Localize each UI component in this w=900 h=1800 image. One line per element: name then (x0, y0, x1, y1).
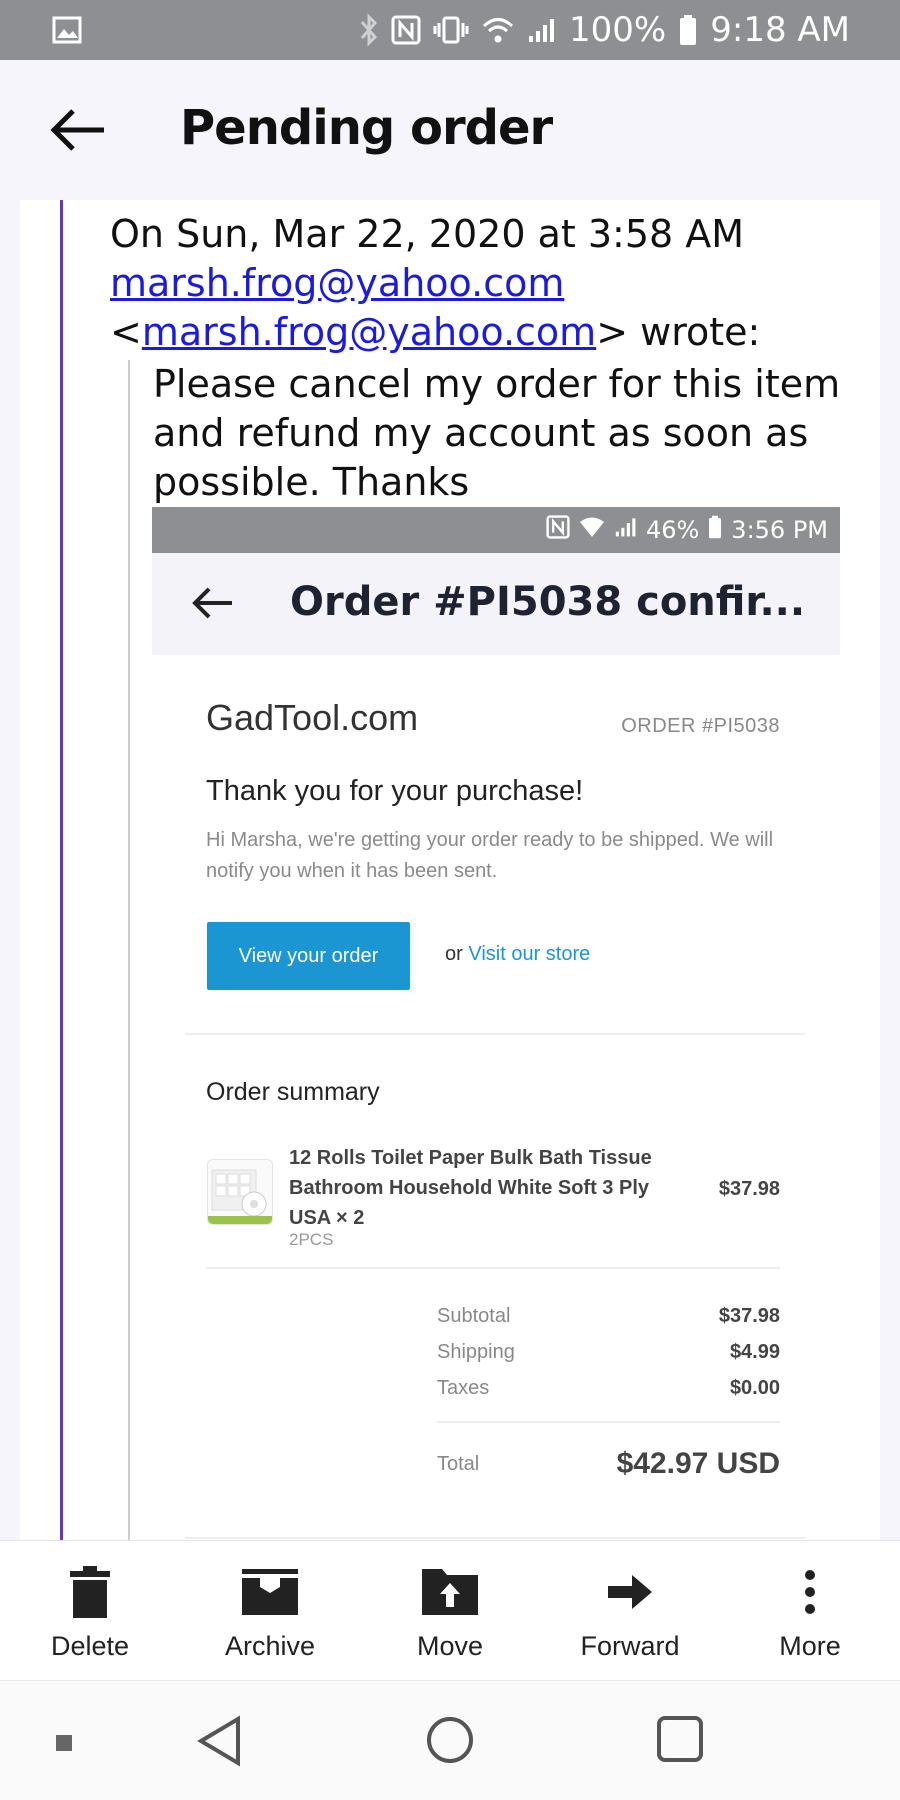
more-vertical-icon (804, 1565, 816, 1619)
store-name: GadTool.com (206, 697, 419, 738)
clock: 3:56 PM (731, 516, 828, 544)
vibrate-icon (433, 15, 469, 45)
forward-button[interactable]: Forward (540, 1541, 720, 1680)
quote-header: On Sun, Mar 22, 2020 at 3:58 AM marsh.fr… (110, 210, 850, 357)
total-label: Total (437, 1452, 480, 1475)
totals-row: Shipping $4.99 (437, 1340, 780, 1363)
embedded-title: Order #PI5038 confir... (290, 579, 806, 625)
product-variant: 2PCS (289, 1230, 334, 1249)
embedded-header: Order #PI5038 confir... (152, 553, 840, 655)
signal-icon (614, 516, 638, 544)
battery-percent: 46% (645, 516, 700, 544)
clock: 9:18 AM (710, 10, 850, 50)
gallery-notification-icon (50, 15, 84, 45)
forward-arrow-icon (608, 1565, 652, 1619)
visit-store-link: Visit our store (468, 943, 591, 965)
totals-row: Subtotal $37.98 (437, 1304, 780, 1327)
embedded-screenshot: 46% 3:56 PM Order #PI5038 confir... GadT… (152, 507, 840, 1540)
nav-back-button[interactable] (196, 1715, 242, 1767)
nav-back-icon (197, 1715, 240, 1767)
back-button[interactable] (46, 104, 110, 156)
quote-message: Please cancel my order for this item and… (153, 362, 841, 504)
status-bar: 100% 9:18 AM (0, 0, 900, 60)
embedded-status-bar: 46% 3:56 PM (152, 507, 840, 553)
wifi-icon (481, 15, 515, 45)
email-body[interactable]: On Sun, Mar 22, 2020 at 3:58 AM marsh.fr… (20, 200, 880, 1540)
embedded-back-icon (190, 583, 234, 623)
move-button[interactable]: Move (360, 1541, 540, 1680)
greeting-message: Hi Marsha, we're getting your order read… (206, 829, 774, 882)
battery-icon (678, 14, 698, 46)
nfc-icon (391, 15, 421, 45)
totals-list: Subtotal $37.98 Shipping $4.99 Taxes $0.00 (437, 1298, 780, 1406)
sender-email-link[interactable]: marsh.frog@yahoo.com (110, 261, 564, 305)
totals-row: Taxes $0.00 (437, 1376, 780, 1399)
delete-button[interactable]: Delete (0, 1541, 180, 1680)
nav-home-button[interactable] (425, 1715, 475, 1765)
nav-recents-icon (657, 1716, 703, 1762)
nav-home-icon (427, 1717, 473, 1763)
battery-percent: 100% (569, 10, 667, 50)
bluetooth-icon (359, 13, 379, 47)
wifi-icon (578, 516, 606, 544)
or-visit-text: or Visit our store (445, 943, 591, 965)
recent-dot-icon (56, 1735, 72, 1751)
archive-button[interactable]: Archive (180, 1541, 360, 1680)
nfc-icon (546, 515, 570, 545)
product-title: 12 Rolls Toilet Paper Bulk Bath Tissue B… (289, 1147, 652, 1229)
quote-bar (60, 200, 63, 1540)
sender-email-link-2[interactable]: marsh.frog@yahoo.com (142, 310, 596, 354)
product-thumbnail (207, 1159, 273, 1225)
thanks-heading: Thank you for your purchase! (206, 775, 584, 807)
system-nav-bar (0, 1680, 900, 1800)
more-button[interactable]: More (720, 1541, 900, 1680)
divider (437, 1421, 780, 1423)
order-number: ORDER #PI5038 (621, 715, 780, 737)
view-order-button: View your order (207, 922, 410, 990)
divider (185, 1537, 805, 1539)
divider (185, 1033, 805, 1035)
quote-date: On Sun, Mar 22, 2020 at 3:58 AM (110, 212, 745, 256)
signal-icon (527, 16, 557, 44)
battery-icon (707, 515, 723, 545)
app-header: Pending order (0, 60, 900, 200)
order-summary-title: Order summary (206, 1078, 380, 1106)
trash-icon (70, 1565, 110, 1619)
inner-quote-bar (128, 360, 130, 1540)
nav-recents-button[interactable] (656, 1715, 704, 1763)
move-folder-icon (422, 1565, 478, 1619)
back-arrow-icon (50, 109, 104, 151)
page-title: Pending order (180, 100, 553, 156)
total-value: $42.97 USD (616, 1447, 780, 1480)
action-toolbar: Delete Archive Move Forward More (0, 1540, 900, 1680)
divider (206, 1267, 780, 1269)
total-row: Total $42.97 USD (437, 1447, 780, 1481)
archive-icon (242, 1565, 298, 1619)
product-price: $37.98 (718, 1178, 780, 1200)
